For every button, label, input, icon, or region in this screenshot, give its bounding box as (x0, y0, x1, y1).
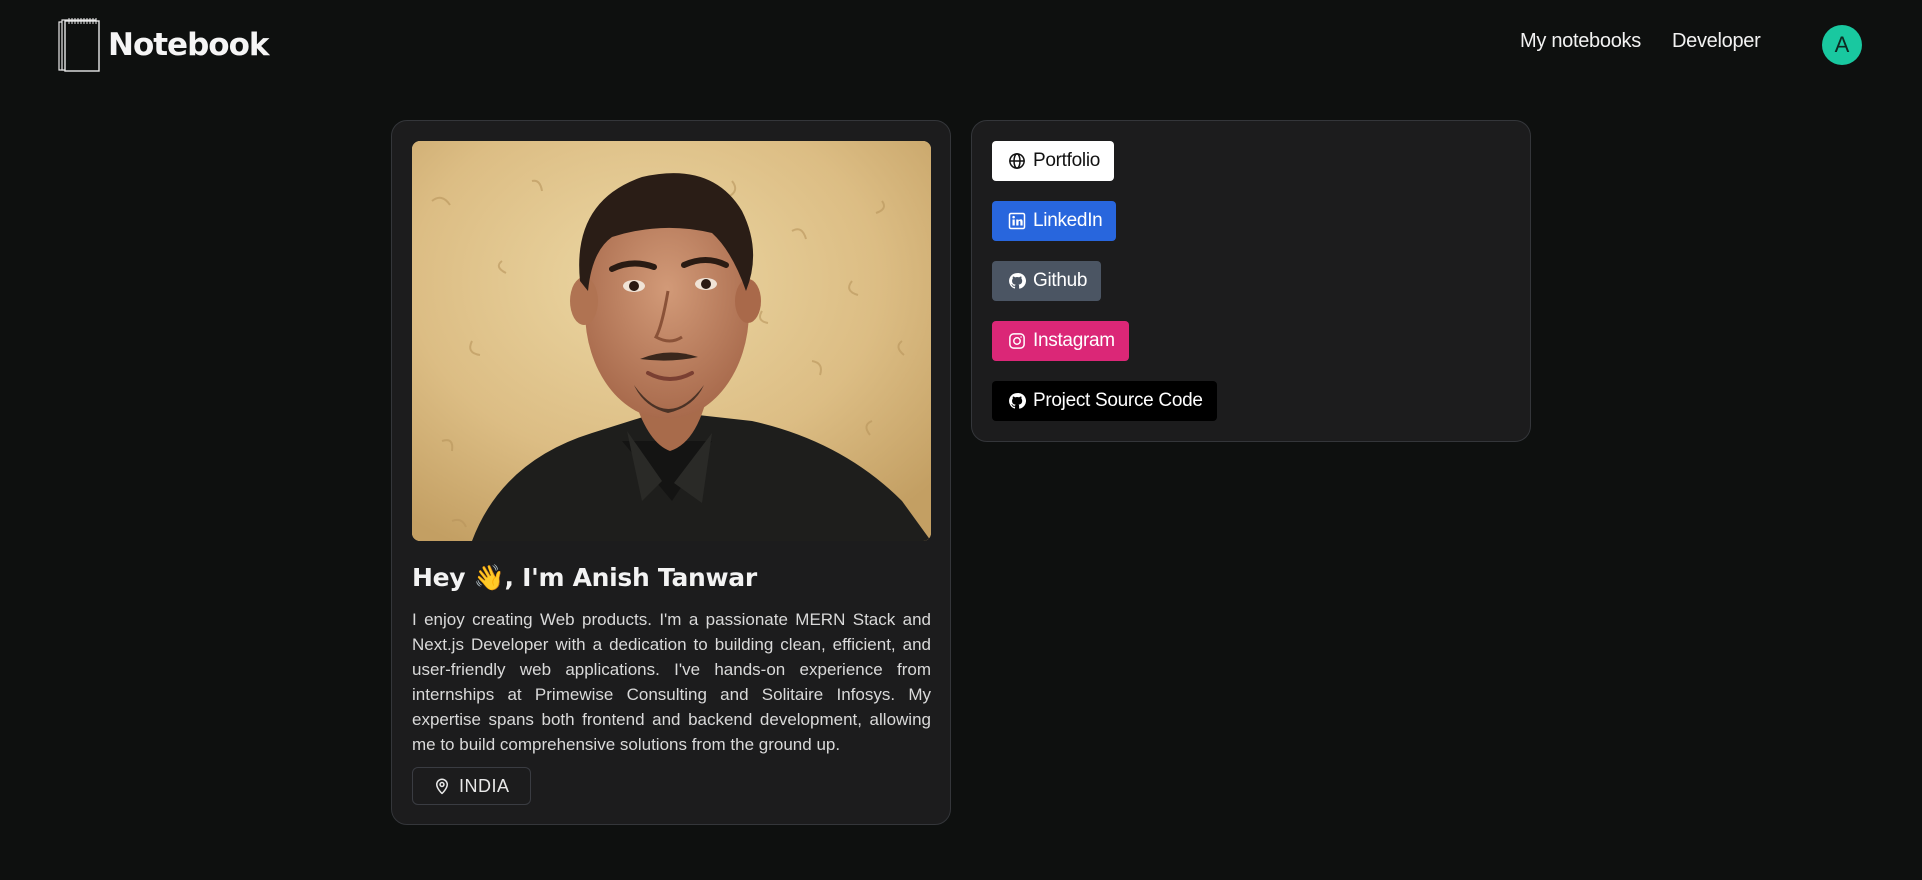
nav-developer[interactable]: Developer (1672, 30, 1761, 53)
brand-logo-link[interactable]: Notebook (58, 18, 269, 72)
globe-icon (1009, 153, 1025, 169)
notebook-icon (58, 18, 100, 72)
profile-greeting: Hey 👋, I'm Anish Tanwar (412, 563, 757, 592)
github-button[interactable]: Github (992, 261, 1102, 301)
project-source-code-label: Project Source Code (1033, 390, 1203, 411)
top-navbar: Notebook My notebooks Developer A (0, 0, 1922, 90)
github-icon (1009, 273, 1026, 289)
developer-links-card: Portfolio LinkedIn Github Instagram Proj… (971, 120, 1531, 442)
linkedin-button[interactable]: LinkedIn (992, 201, 1117, 241)
developer-profile-card: Hey 👋, I'm Anish Tanwar I enjoy creating… (391, 120, 951, 825)
github-icon (1009, 393, 1026, 409)
linkedin-icon (1008, 212, 1026, 230)
nav-my-notebooks[interactable]: My notebooks (1520, 30, 1641, 53)
brand-name: Notebook (108, 27, 269, 63)
user-avatar[interactable]: A (1822, 25, 1862, 65)
profile-photo-illustration (412, 141, 931, 541)
profile-photo (412, 141, 931, 541)
portfolio-button[interactable]: Portfolio (992, 141, 1115, 181)
location-badge: INDIA (412, 767, 531, 805)
instagram-icon (1009, 333, 1025, 349)
map-pin-icon (436, 778, 448, 795)
profile-bio: I enjoy creating Web products. I'm a pas… (412, 610, 931, 754)
portfolio-label: Portfolio (1033, 150, 1101, 171)
project-source-code-button[interactable]: Project Source Code (992, 381, 1217, 421)
location-label: INDIA (459, 775, 510, 796)
instagram-label: Instagram (1033, 330, 1115, 351)
linkedin-label: LinkedIn (1033, 210, 1103, 231)
instagram-button[interactable]: Instagram (992, 321, 1129, 361)
github-label: Github (1033, 270, 1088, 291)
